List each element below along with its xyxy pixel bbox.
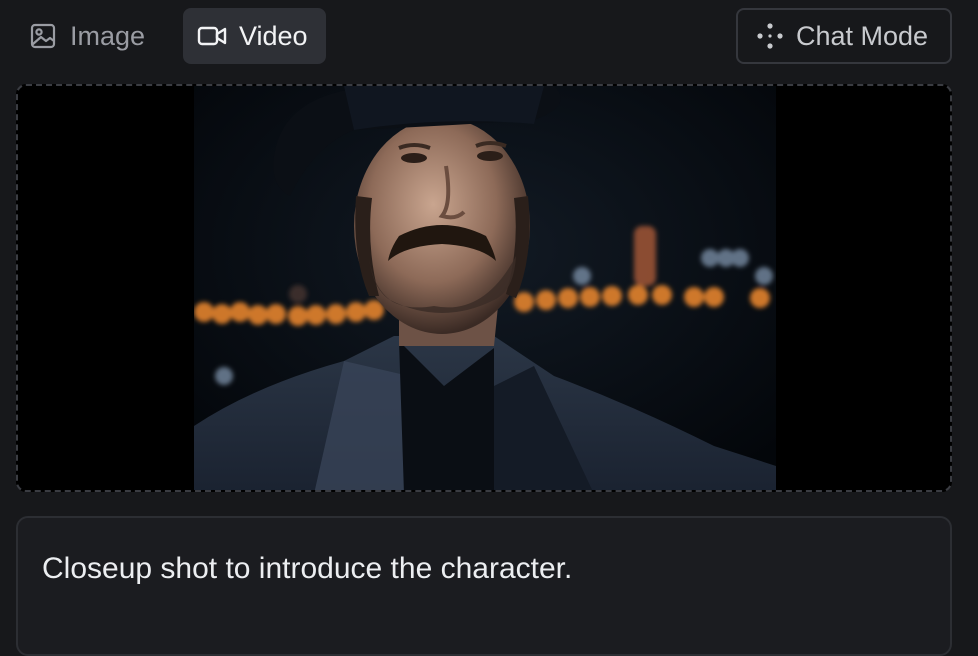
chat-mode-label: Chat Mode <box>796 20 929 51</box>
prompt-input[interactable]: Closeup shot to introduce the character. <box>16 516 952 656</box>
video-preview-frame[interactable] <box>16 84 952 492</box>
chat-mode-button[interactable]: Chat Mode <box>736 8 952 64</box>
video-still-image <box>194 86 776 490</box>
sparkle-dots-icon <box>756 22 784 50</box>
mode-toolbar: Image Video Chat Mode <box>0 0 978 72</box>
image-icon <box>28 21 58 51</box>
tab-image-label: Image <box>70 20 146 51</box>
prompt-text: Closeup shot to introduce the character. <box>42 552 573 585</box>
tab-video[interactable]: Video <box>183 8 326 64</box>
tab-video-label: Video <box>239 20 308 51</box>
tab-image[interactable]: Image <box>14 8 161 64</box>
video-camera-icon <box>197 21 227 51</box>
